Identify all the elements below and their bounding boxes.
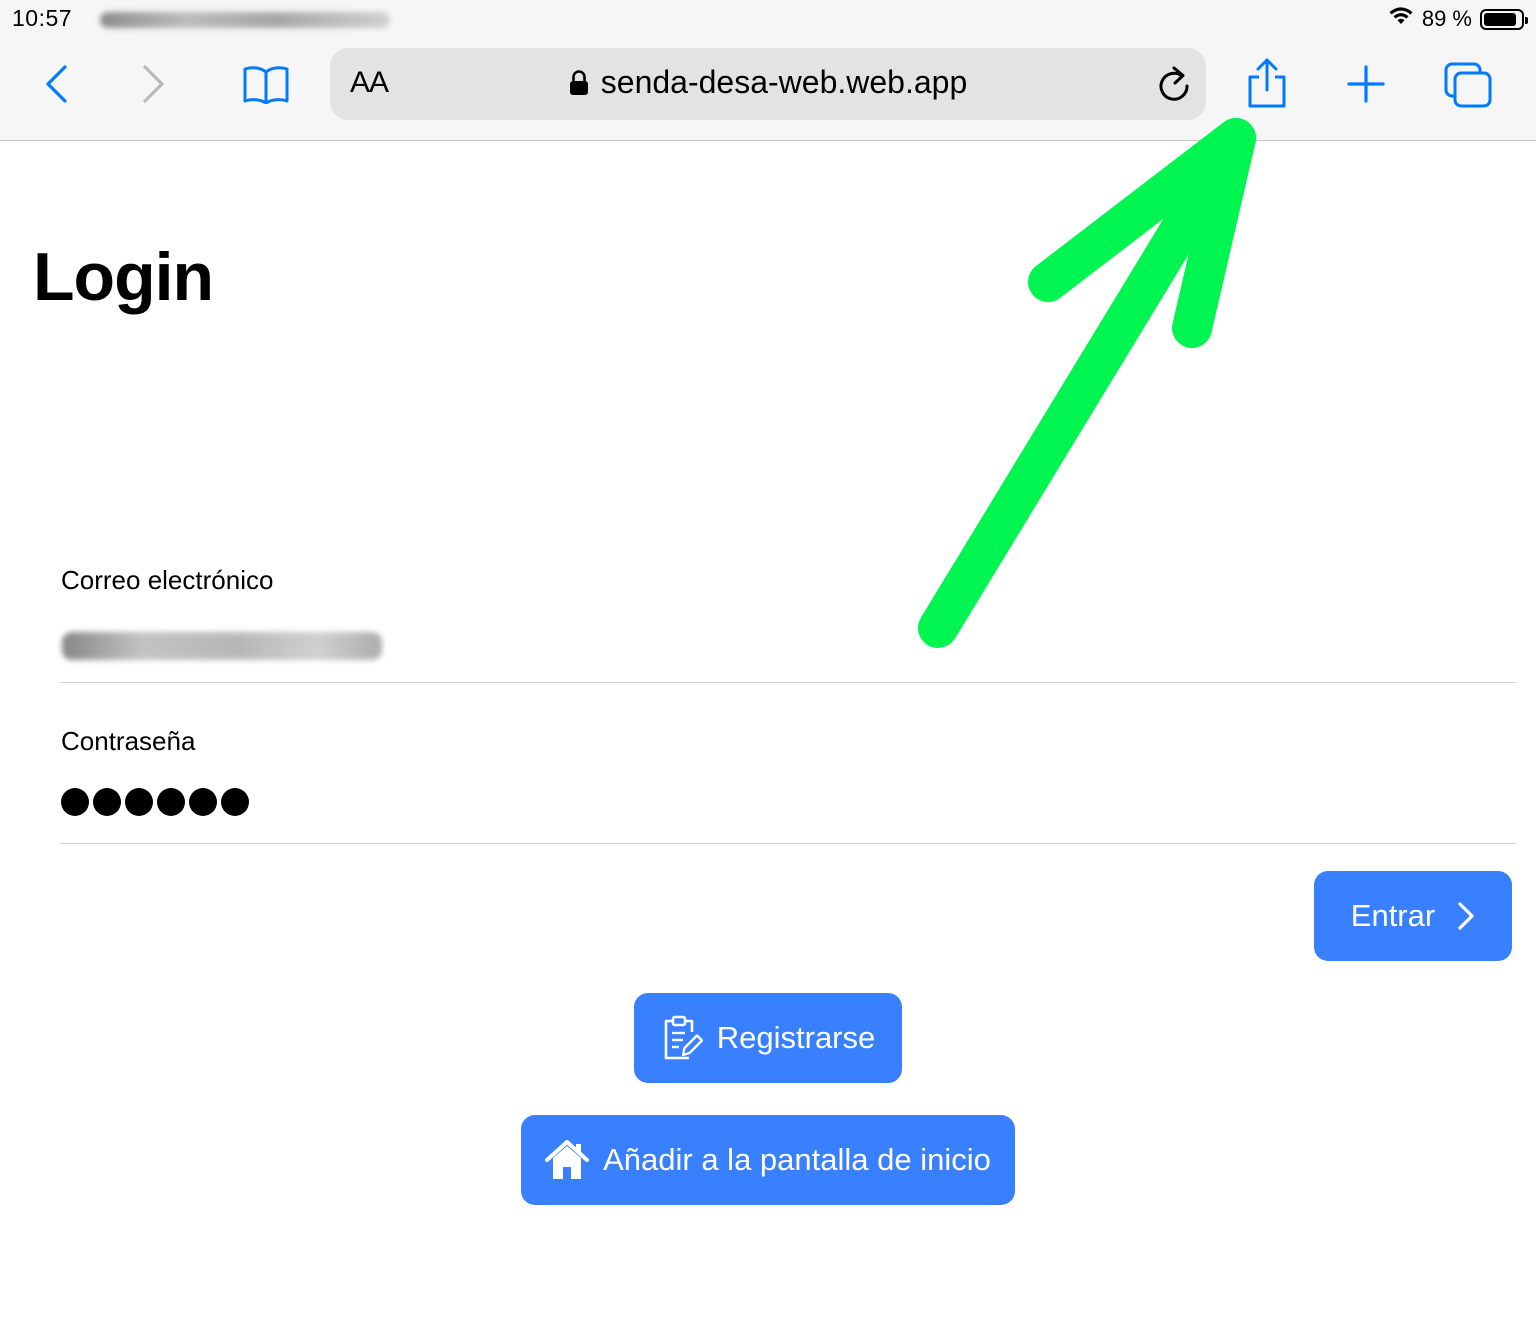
status-indicators: 89 % — [1388, 6, 1528, 32]
lock-icon — [569, 69, 588, 95]
screen: 10:57 89 % AA senda-desa-web.web.app Log… — [0, 0, 1536, 1335]
add-to-home-button-label: Añadir a la pantalla de inicio — [603, 1142, 991, 1177]
share-icon — [1248, 58, 1286, 108]
chevron-right-icon — [143, 65, 164, 103]
password-input[interactable] — [61, 788, 249, 816]
clipboard-edit-icon — [664, 1015, 703, 1060]
password-dot — [93, 788, 121, 816]
url-text: senda-desa-web.web.app — [600, 64, 968, 100]
page-title: Login — [33, 239, 214, 315]
battery-percent: 89 % — [1421, 6, 1472, 31]
house-icon — [545, 1140, 590, 1179]
wifi-icon — [1388, 6, 1414, 32]
password-dot — [125, 788, 153, 816]
status-date-redacted — [100, 12, 390, 28]
battery-level — [1484, 12, 1516, 26]
battery-icon — [1480, 8, 1528, 30]
address-bar[interactable]: AA senda-desa-web.web.app — [330, 48, 1206, 120]
email-label: Correo electrónico — [61, 565, 274, 595]
status-time: 10:57 — [12, 5, 73, 31]
new-tab-button[interactable] — [1344, 62, 1388, 106]
password-dot — [61, 788, 89, 816]
reload-icon — [1159, 66, 1189, 101]
back-button[interactable] — [36, 62, 76, 106]
forward-button[interactable] — [134, 62, 174, 106]
email-input[interactable] — [62, 632, 382, 660]
tabs-button[interactable] — [1442, 60, 1494, 110]
password-underline — [60, 843, 1516, 844]
email-underline — [60, 682, 1516, 683]
add-to-home-button[interactable]: Añadir a la pantalla de inicio — [521, 1115, 1015, 1205]
bookmarks-button[interactable] — [240, 62, 292, 106]
enter-button[interactable]: Entrar — [1314, 871, 1512, 961]
password-label: Contraseña — [61, 726, 196, 756]
tabs-icon — [1444, 62, 1492, 108]
enter-button-label: Entrar — [1350, 898, 1436, 933]
browser-toolbar: 10:57 89 % AA senda-desa-web.web.app — [0, 0, 1536, 141]
password-dot — [221, 788, 249, 816]
register-button-label: Registrarse — [716, 1020, 876, 1055]
plus-icon — [1347, 65, 1385, 103]
password-dot — [189, 788, 217, 816]
register-button[interactable]: Registrarse — [634, 993, 902, 1083]
book-icon — [243, 66, 289, 104]
reload-button[interactable] — [1156, 64, 1192, 109]
share-button[interactable] — [1242, 56, 1292, 110]
chevron-right-icon — [1458, 902, 1474, 930]
url-display[interactable]: senda-desa-web.web.app — [330, 64, 1206, 101]
password-dot — [157, 788, 185, 816]
chevron-left-icon — [46, 65, 67, 103]
